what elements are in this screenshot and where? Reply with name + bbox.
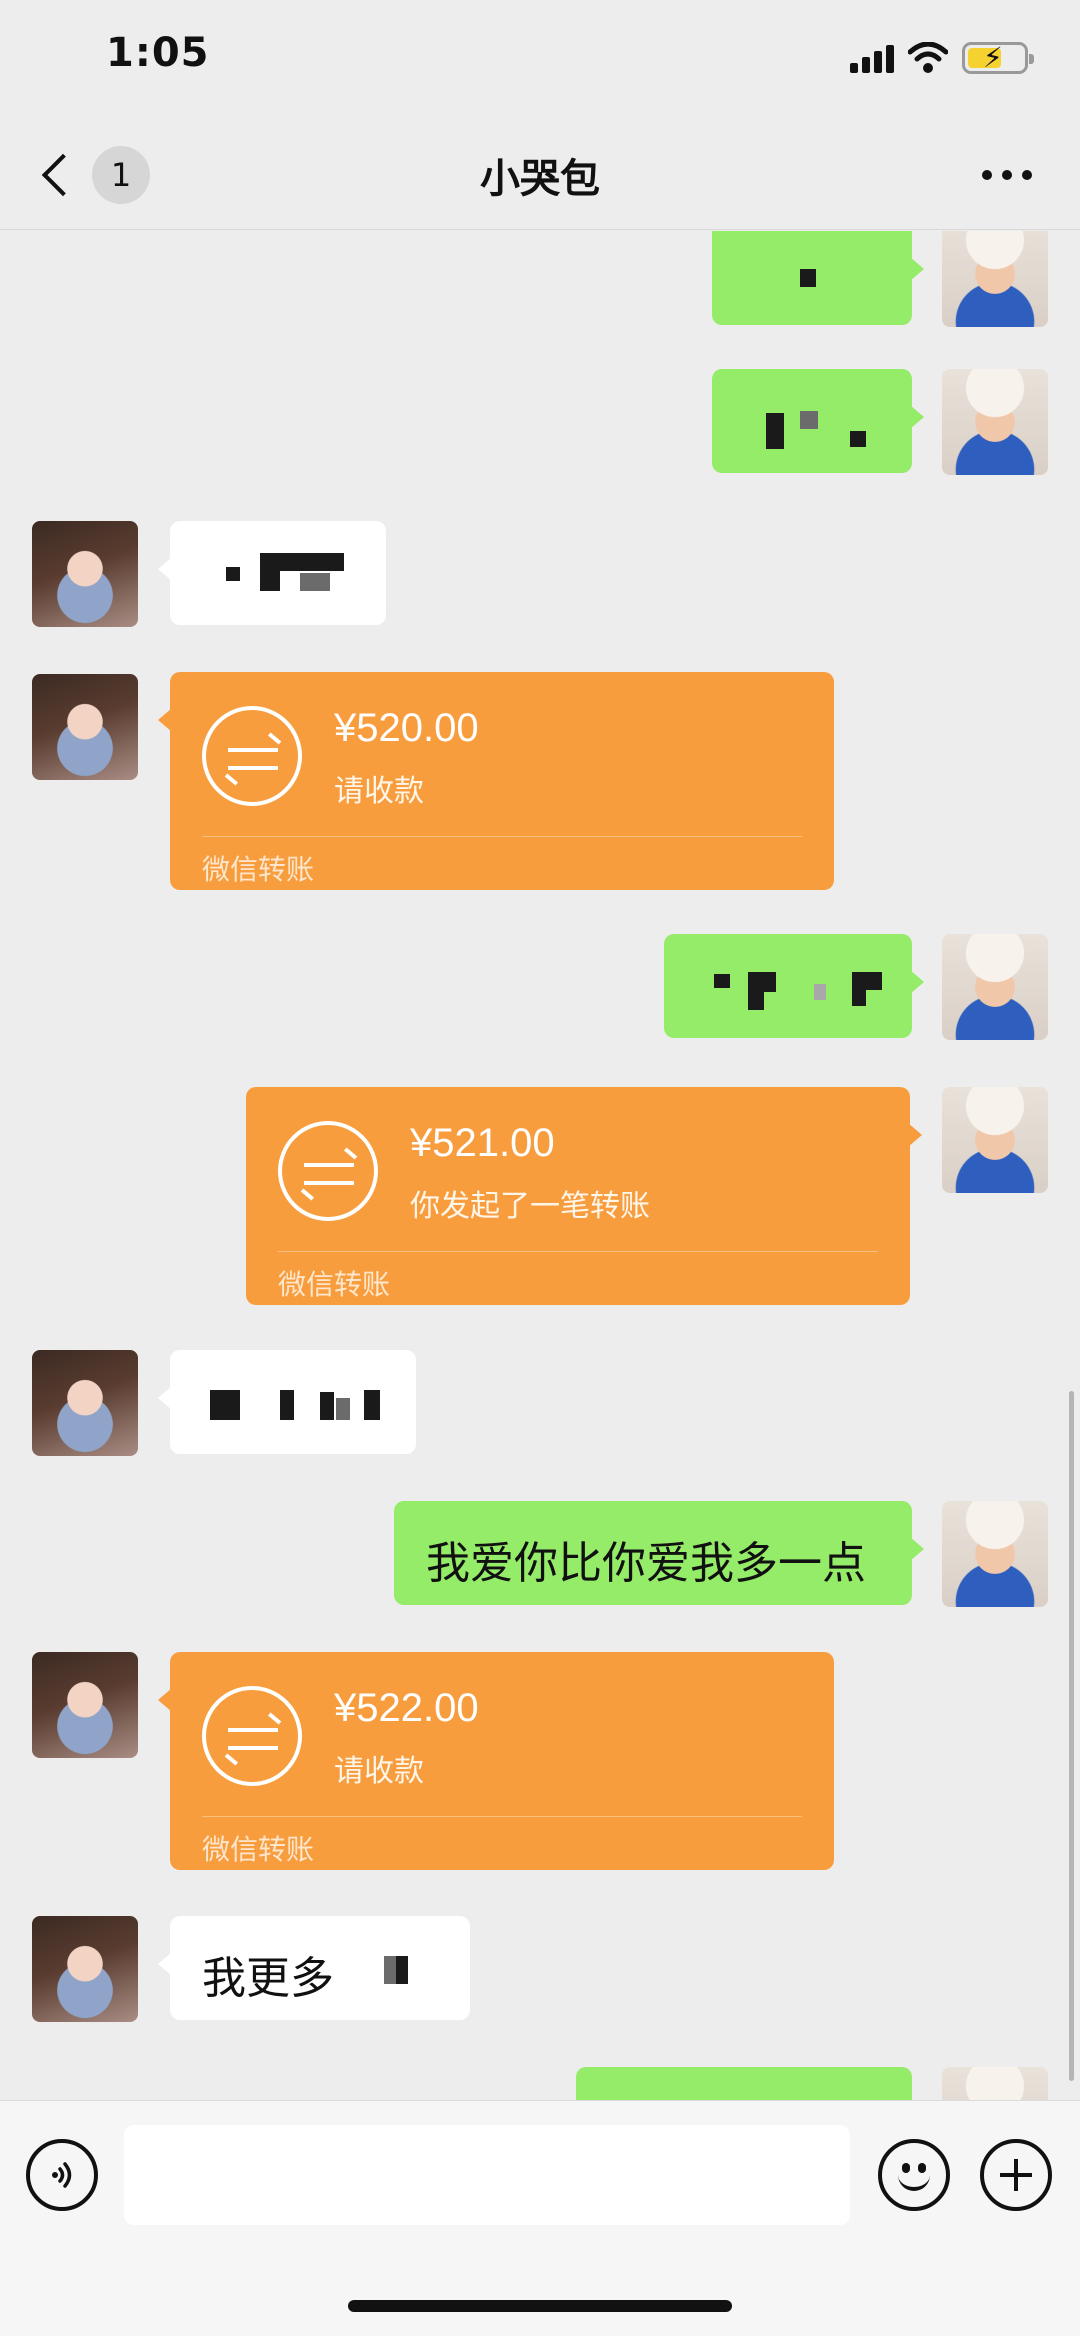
transfer-amount: ¥520.00 bbox=[334, 706, 479, 750]
message-bubble-outgoing[interactable] bbox=[664, 934, 924, 1038]
transfer-amount: ¥522.00 bbox=[334, 1686, 479, 1730]
home-indicator[interactable] bbox=[348, 2300, 732, 2312]
transfer-footer: 微信转账 bbox=[202, 853, 315, 886]
message-text: 我爱你比你爱我多一点 bbox=[426, 1538, 866, 1589]
message-bubble-outgoing[interactable] bbox=[712, 369, 924, 473]
my-avatar[interactable] bbox=[942, 1501, 1048, 1607]
message-text: 我更多 bbox=[202, 1953, 334, 2004]
chat-title: 小哭包 bbox=[480, 156, 600, 202]
voice-icon[interactable] bbox=[26, 2139, 98, 2211]
my-avatar[interactable] bbox=[942, 231, 1048, 327]
my-avatar[interactable] bbox=[942, 1087, 1048, 1193]
status-icons: ⚡ bbox=[850, 38, 1034, 78]
my-avatar[interactable] bbox=[942, 369, 1048, 475]
transfer-amount: ¥521.00 bbox=[410, 1121, 555, 1165]
message-bubble-incoming[interactable] bbox=[158, 521, 386, 625]
transfer-note: 请收款 bbox=[334, 1754, 424, 1789]
transfer-footer: 微信转账 bbox=[278, 1268, 391, 1301]
transfer-icon bbox=[278, 1121, 378, 1221]
message-bubble-outgoing[interactable]: 我爱你比你爱我多一点 bbox=[394, 1501, 924, 1605]
transfer-footer: 微信转账 bbox=[202, 1833, 315, 1866]
more-dots-icon[interactable] bbox=[982, 170, 1032, 180]
divider bbox=[202, 836, 802, 837]
contact-avatar[interactable] bbox=[32, 521, 138, 627]
signal-icon bbox=[850, 43, 894, 73]
wifi-icon bbox=[908, 42, 948, 73]
my-avatar[interactable] bbox=[942, 934, 1048, 1040]
voice-wave-icon bbox=[52, 2162, 72, 2188]
message-list[interactable]: ¥520.00 请收款 微信转账 ¥521.00 你发起了一笔转账 微信转账 我… bbox=[0, 231, 1080, 2101]
contact-avatar[interactable] bbox=[32, 1916, 138, 2022]
battery-icon: ⚡ bbox=[962, 41, 1034, 74]
transfer-card-incoming[interactable]: ¥522.00 请收款 微信转账 bbox=[158, 1652, 834, 1870]
message-bubble-incoming[interactable]: 我更多 bbox=[158, 1916, 470, 2020]
status-bar: 1:05 ⚡ bbox=[0, 0, 1080, 120]
message-bubble-outgoing[interactable] bbox=[712, 231, 924, 325]
transfer-icon bbox=[202, 706, 302, 806]
message-bubble-incoming[interactable] bbox=[158, 1350, 416, 1454]
my-avatar[interactable] bbox=[942, 2067, 1048, 2101]
message-input[interactable] bbox=[124, 2125, 850, 2225]
divider bbox=[278, 1251, 878, 1252]
emoji-icon[interactable] bbox=[878, 2139, 950, 2211]
plus-icon[interactable] bbox=[980, 2139, 1052, 2211]
contact-avatar[interactable] bbox=[32, 1350, 138, 1456]
contact-avatar[interactable] bbox=[32, 1652, 138, 1758]
transfer-card-incoming[interactable]: ¥520.00 请收款 微信转账 bbox=[158, 672, 834, 890]
transfer-note: 你发起了一笔转账 bbox=[410, 1189, 650, 1224]
contact-avatar[interactable] bbox=[32, 674, 138, 780]
scroll-indicator[interactable] bbox=[1069, 1391, 1074, 2081]
divider bbox=[202, 1816, 802, 1817]
chat-header: 1 小哭包 bbox=[0, 120, 1080, 230]
transfer-card-outgoing[interactable]: ¥521.00 你发起了一笔转账 微信转账 bbox=[246, 1087, 922, 1305]
transfer-note: 请收款 bbox=[334, 774, 424, 809]
status-time: 1:05 bbox=[106, 30, 210, 76]
message-bubble-outgoing[interactable] bbox=[576, 2067, 912, 2101]
transfer-icon bbox=[202, 1686, 302, 1786]
